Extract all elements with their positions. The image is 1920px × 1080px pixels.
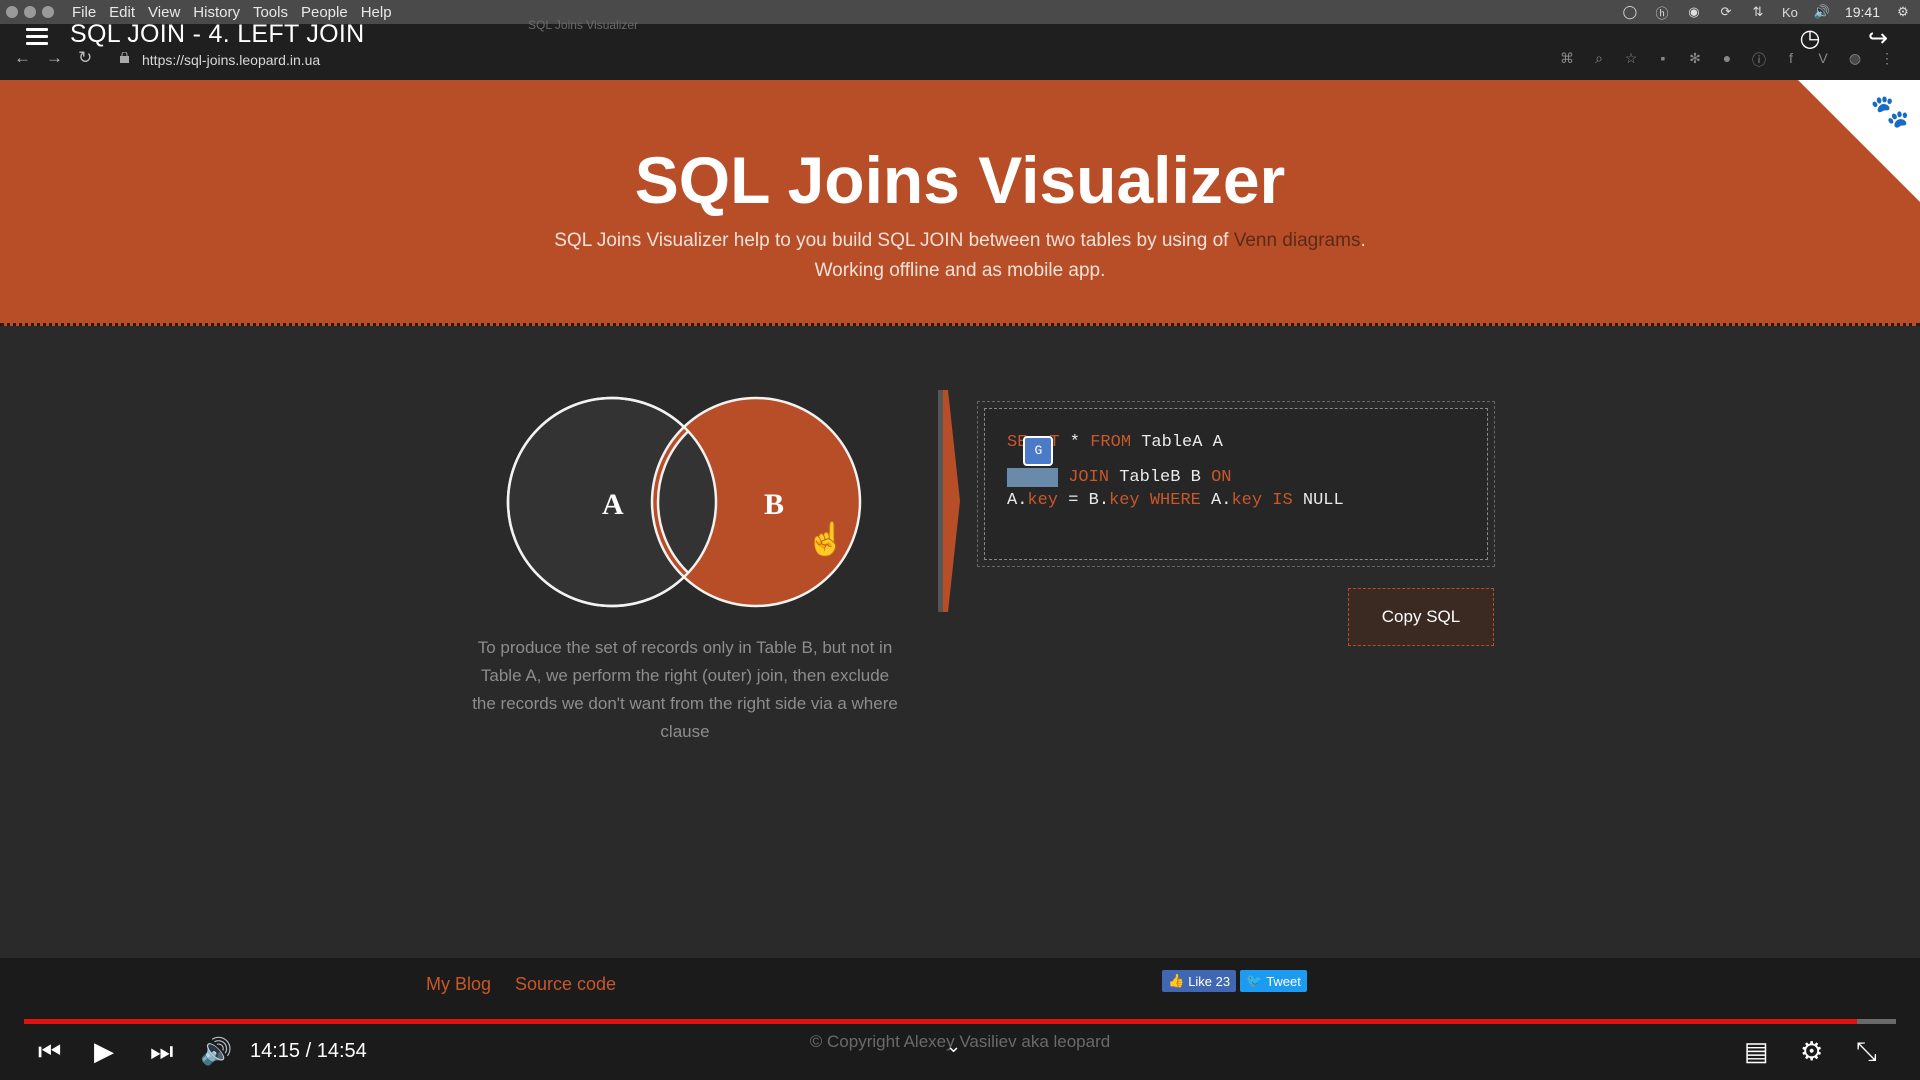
minimize-icon[interactable] (24, 6, 36, 18)
hand-cursor-icon: ☝ (806, 521, 846, 557)
hp-icon[interactable]: ⓗ (1653, 4, 1671, 21)
like-label: Like 23 (1188, 973, 1231, 989)
chevron-down-icon[interactable]: ⌄ (946, 1036, 961, 1057)
network-icon[interactable]: ⇅ (1749, 4, 1767, 20)
sql-token: = B. (1058, 491, 1110, 510)
sql-token: NULL (1292, 491, 1344, 510)
exit-fullscreen-icon[interactable]: ⤡ (1856, 1036, 1877, 1068)
github-octocat-icon[interactable]: 🐾 (1870, 92, 1910, 130)
volume-icon[interactable]: 🔊 (1813, 4, 1831, 20)
sql-selection-highlight: RIGHT (1007, 468, 1059, 487)
cookie-icon[interactable]: ● (1718, 50, 1736, 70)
sql-token: TableB B (1109, 468, 1212, 487)
page-title: SQL Joins Visualizer (634, 143, 1286, 217)
react-icon[interactable]: ✻ (1686, 50, 1704, 70)
hamburger-menu-icon[interactable] (26, 28, 48, 45)
sql-token: TableA A (1131, 433, 1223, 452)
menu-view[interactable]: View (148, 4, 180, 21)
sql-code[interactable]: SE G T * FROM TableA A RIGHT JOIN TableB B… (984, 408, 1488, 560)
join-description: To produce the set of records only in Ta… (472, 638, 898, 741)
venn-diagram[interactable]: A B (500, 392, 870, 612)
video-top-actions: ◷ ↪ (1792, 20, 1896, 56)
window-controls[interactable] (6, 6, 54, 18)
hero-text-pre: SQL Joins Visualizer help to you build S… (554, 230, 1234, 251)
sql-token: key (1027, 491, 1059, 510)
arrow-divider (938, 390, 960, 612)
lock-icon (120, 52, 129, 63)
share-icon[interactable]: ↪ (1860, 20, 1896, 56)
twitter-icon: 🐦 (1246, 973, 1263, 988)
sql-line-1: SE G T * FROM TableA A (1007, 431, 1465, 466)
hero-text-line2: Working offline and as mobile app. (814, 260, 1106, 281)
venn-label-b: B (764, 488, 784, 521)
browser-tab-title[interactable]: SQL Joins Visualizer (528, 18, 638, 32)
menu-help[interactable]: Help (361, 4, 392, 21)
tweet-label: Tweet (1266, 973, 1301, 989)
menu-edit[interactable]: Edit (109, 4, 135, 21)
sql-line-2: RIGHT JOIN TableB B ON (1007, 466, 1465, 489)
settings-hd-icon[interactable]: ⚙ (1800, 1036, 1823, 1067)
translate-icon[interactable]: ⌘ (1558, 50, 1576, 70)
reload-icon[interactable]: ↻ (78, 48, 92, 68)
sql-code-box[interactable]: SE G T * FROM TableA A RIGHT JOIN TableB B… (977, 401, 1495, 567)
sql-keyword-from: FROM (1090, 433, 1132, 452)
sync-icon[interactable]: ⟳ (1717, 4, 1735, 20)
source-code-link[interactable]: Source code (515, 974, 616, 995)
star-icon[interactable]: ☆ (1622, 50, 1640, 70)
clock[interactable]: 19:41 (1845, 4, 1880, 20)
menu-file[interactable]: File (72, 4, 96, 21)
hero-text-post: . (1360, 230, 1366, 251)
video-title[interactable]: SQL JOIN - 4. LEFT JOIN (70, 20, 364, 49)
previous-icon[interactable]: ⏮ (38, 1036, 61, 1068)
extension-icon[interactable]: ▪ (1654, 50, 1672, 70)
video-controls: ⏮ ▶ ⏭ 🔊 14:15 / 14:54 ⌄ ▤ ⚙ ⤡ (0, 1026, 1920, 1080)
video-progress-bar[interactable] (24, 1019, 1896, 1024)
sql-keyword-is: IS (1262, 491, 1293, 510)
sql-token: A. (1200, 491, 1232, 510)
venn-diagrams-link[interactable]: Venn diagrams (1234, 230, 1361, 251)
video-progress-played (24, 1019, 1857, 1024)
sql-keyword-join: JOIN (1058, 468, 1110, 487)
back-icon[interactable]: ← (14, 48, 31, 68)
tweet-button[interactable]: 🐦 Tweet (1240, 970, 1307, 992)
forward-icon[interactable]: → (46, 48, 63, 68)
hero-header: SQL Joins Visualizer SQL Joins Visualize… (0, 80, 1920, 326)
settings-icon[interactable]: ⚙ (1894, 4, 1912, 20)
address-bar[interactable]: https://sql-joins.leopard.in.ua (142, 52, 320, 68)
close-icon[interactable] (6, 6, 18, 18)
chrome-icon[interactable]: ◉ (1685, 4, 1703, 20)
thumbs-up-icon: 👍 (1168, 973, 1185, 988)
video-time: 14:15 / 14:54 (250, 1040, 367, 1062)
sql-token: key (1231, 491, 1263, 510)
app-menu: File Edit View History Tools People Help (72, 4, 392, 21)
sql-keyword-on: ON (1211, 468, 1232, 487)
menu-history[interactable]: History (193, 4, 240, 21)
menu-tools[interactable]: Tools (253, 4, 288, 21)
facebook-like-button[interactable]: 👍 Like 23 (1162, 970, 1237, 992)
hero-description: SQL Joins Visualizer help to you build S… (0, 226, 1920, 286)
zoom-icon[interactable]: ⌕ (1590, 50, 1608, 70)
keyboard-layout[interactable]: Ko (1781, 4, 1799, 20)
subtitles-icon[interactable]: ▤ (1744, 1036, 1769, 1067)
play-icon[interactable]: ▶ (94, 1036, 114, 1067)
my-blog-link[interactable]: My Blog (426, 974, 491, 995)
volume-icon[interactable]: 🔊 (200, 1036, 232, 1067)
sql-token: * (1059, 433, 1091, 452)
venn-label-a: A (602, 488, 624, 521)
sql-token: A. (1007, 491, 1028, 510)
maximize-icon[interactable] (42, 6, 54, 18)
sql-keyword-where: WHERE (1139, 491, 1201, 510)
menu-people[interactable]: People (301, 4, 348, 21)
sql-line-3: A.key = B.key WHERE A.key IS NULL (1007, 489, 1465, 512)
copy-sql-button[interactable]: Copy SQL (1348, 588, 1494, 646)
watch-later-icon[interactable]: ◷ (1792, 20, 1828, 56)
bulb-icon[interactable]: ◯ (1621, 4, 1639, 20)
info-icon[interactable]: ⓘ (1750, 50, 1768, 70)
next-icon[interactable]: ⏭ (150, 1036, 173, 1068)
sql-token: key (1109, 491, 1140, 510)
sql-token: T (1049, 433, 1060, 452)
